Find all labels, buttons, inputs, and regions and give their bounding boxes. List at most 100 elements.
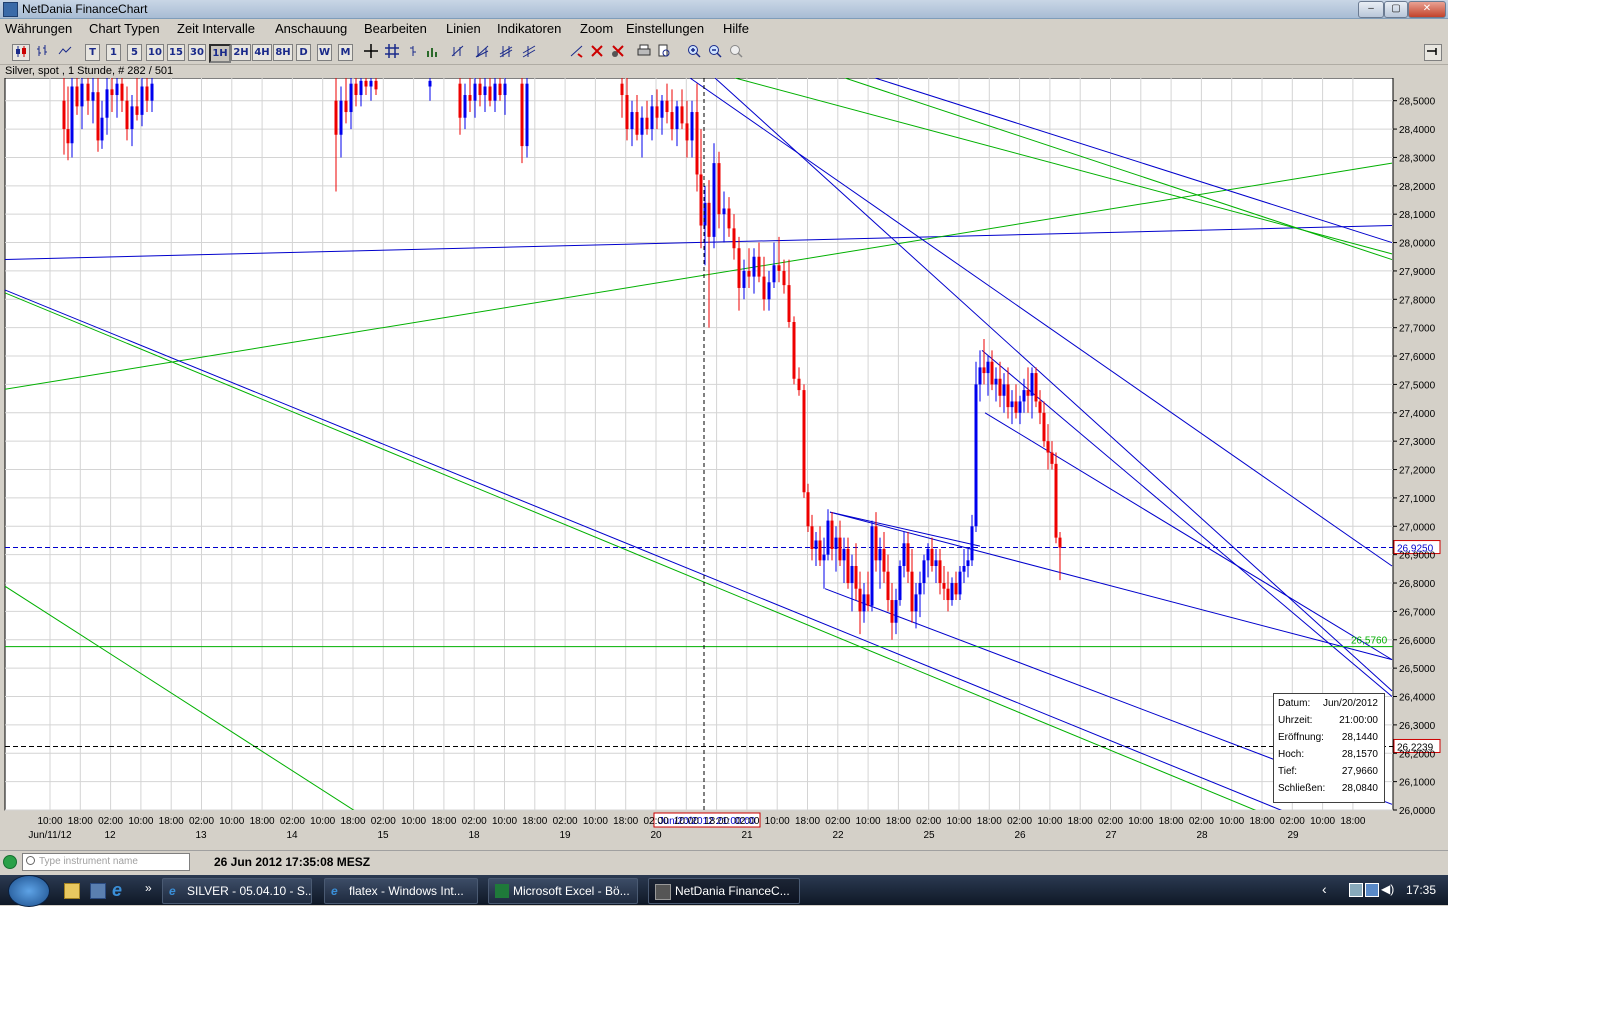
tray-app-icon[interactable] <box>1349 883 1363 897</box>
crosshair-icon[interactable] <box>363 44 379 59</box>
clock[interactable]: 17:35 <box>1406 883 1436 897</box>
menu-zeit-intervalle[interactable]: Zeit Intervalle <box>177 21 255 36</box>
delete-icon[interactable] <box>589 44 605 59</box>
taskbar: e » e SILVER - 05.04.10 - S... e flatex - … <box>0 875 1448 907</box>
candle-body <box>1034 373 1038 402</box>
interval-W[interactable]: W <box>317 44 332 61</box>
print-preview-icon[interactable] <box>656 44 672 59</box>
task-excel[interactable]: Microsoft Excel - Bö... <box>488 878 638 904</box>
interval-10[interactable]: 10 <box>146 44 164 61</box>
task-label: flatex - Windows Int... <box>349 884 464 898</box>
zoom-out-icon[interactable] <box>707 44 723 59</box>
candle-body <box>75 86 79 107</box>
magnet-icon[interactable] <box>569 44 585 59</box>
x-day-label: 13 <box>195 830 207 841</box>
menu-waehrungen[interactable]: Währungen <box>5 21 72 36</box>
desktop-icon[interactable] <box>90 883 106 899</box>
menu-chart-typen[interactable]: Chart Typen <box>89 21 160 36</box>
x-tick-label: 10:00 <box>1037 816 1062 827</box>
candle-body <box>882 548 886 572</box>
y-tick-label: 27,8000 <box>1399 295 1436 306</box>
zoom-in-icon[interactable] <box>686 44 702 59</box>
interval-T[interactable]: T <box>85 44 100 61</box>
quicklaunch-expand[interactable]: » <box>145 881 152 895</box>
candle-body <box>946 588 950 601</box>
candle-body <box>938 560 942 584</box>
task-label: Microsoft Excel - Bö... <box>513 884 630 898</box>
x-tick-label: 02:00 <box>189 816 214 827</box>
folder-icon[interactable] <box>64 883 80 899</box>
minimize-button[interactable]: – <box>1358 1 1384 18</box>
toolbar: T 1 5 10 15 30 1H 2H 4H 8H D W M <box>0 40 1448 65</box>
maximize-button[interactable]: ▢ <box>1384 1 1408 18</box>
interval-M[interactable]: M <box>338 44 353 61</box>
interval-30[interactable]: 30 <box>188 44 206 61</box>
menu-bearbeiten[interactable]: Bearbeiten <box>364 21 427 36</box>
connection-status-icon <box>3 855 17 869</box>
candle-body <box>717 163 721 215</box>
x-tick-label: 18:00 <box>159 816 184 827</box>
price-chart[interactable]: 26,925026,223926,5760 Jun/20/2012 21:00:… <box>0 78 1448 850</box>
x-tick-label: 10:00 <box>401 816 426 827</box>
candle-body <box>91 92 95 101</box>
x-tick-label: 02:00 <box>462 816 487 827</box>
task-silver[interactable]: e SILVER - 05.04.10 - S... <box>162 878 312 904</box>
tray-expand-icon[interactable]: ‹ <box>1322 881 1327 897</box>
trendline-icon[interactable] <box>450 44 466 59</box>
candle-body <box>125 100 129 130</box>
task-flatex[interactable]: e flatex - Windows Int... <box>324 878 478 904</box>
ie-icon[interactable]: e <box>112 881 126 899</box>
x-day-label: 29 <box>1287 830 1299 841</box>
interval-15[interactable]: 15 <box>167 44 185 61</box>
interval-1[interactable]: 1 <box>106 44 121 61</box>
zoom-reset-icon[interactable] <box>728 44 744 59</box>
parallel-lines-icon[interactable] <box>521 44 537 59</box>
candle-body <box>478 83 482 96</box>
task-netdania[interactable]: NetDania FinanceC... <box>648 878 800 904</box>
delete-all-icon[interactable] <box>610 44 626 59</box>
candle-body <box>858 588 862 612</box>
pin-icon[interactable] <box>1424 44 1442 61</box>
menu-anschauung[interactable]: Anschauung <box>275 21 347 36</box>
fan-icon[interactable] <box>474 44 490 59</box>
candle-body <box>473 83 477 101</box>
bar-chart-icon[interactable] <box>35 44 51 59</box>
network-icon[interactable] <box>1365 883 1379 897</box>
interval-2H[interactable]: 2H <box>231 44 251 61</box>
candle-body <box>620 83 624 96</box>
menu-zoom[interactable]: Zoom <box>580 21 613 36</box>
volume-icon[interactable] <box>425 44 441 59</box>
start-button[interactable] <box>8 875 50 907</box>
x-tick-label: 10:00 <box>37 816 62 827</box>
instrument-search-input[interactable]: Type instrument name <box>22 853 190 871</box>
grid-icon[interactable] <box>384 44 400 59</box>
candle <box>870 520 874 612</box>
interval-5[interactable]: 5 <box>127 44 142 61</box>
interval-1H[interactable]: 1H <box>209 44 231 63</box>
volume-tray-icon[interactable]: ◀) <box>1381 882 1394 896</box>
candle-body <box>625 95 629 130</box>
candle-body <box>100 117 104 141</box>
x-day-label: 15 <box>377 830 389 841</box>
interval-4H[interactable]: 4H <box>252 44 272 61</box>
menu-linien[interactable]: Linien <box>446 21 481 36</box>
close-button[interactable]: ✕ <box>1408 1 1446 18</box>
interval-8H[interactable]: 8H <box>273 44 293 61</box>
interval-D[interactable]: D <box>296 44 311 61</box>
candlestick-icon[interactable] <box>12 44 30 61</box>
candle-body <box>66 129 70 144</box>
ohlc-value: 28,1440 <box>1341 732 1378 743</box>
print-icon[interactable] <box>636 44 652 59</box>
menu-einstellungen[interactable]: Einstellungen <box>626 21 704 36</box>
menu-indikatoren[interactable]: Indikatoren <box>497 21 561 36</box>
line-chart-icon[interactable] <box>57 44 73 59</box>
marker-icon[interactable] <box>406 44 420 59</box>
menu-hilfe[interactable]: Hilfe <box>723 21 749 36</box>
x-tick-label: 18:00 <box>886 816 911 827</box>
channel-icon[interactable] <box>498 44 514 59</box>
title-bar[interactable]: NetDania FinanceChart – ▢ ✕ <box>0 0 1448 19</box>
candle <box>898 560 902 606</box>
candle-body <box>1022 390 1026 402</box>
x-tick-label: 10:00 <box>583 816 608 827</box>
x-tick-label: 10:00 <box>1128 816 1153 827</box>
